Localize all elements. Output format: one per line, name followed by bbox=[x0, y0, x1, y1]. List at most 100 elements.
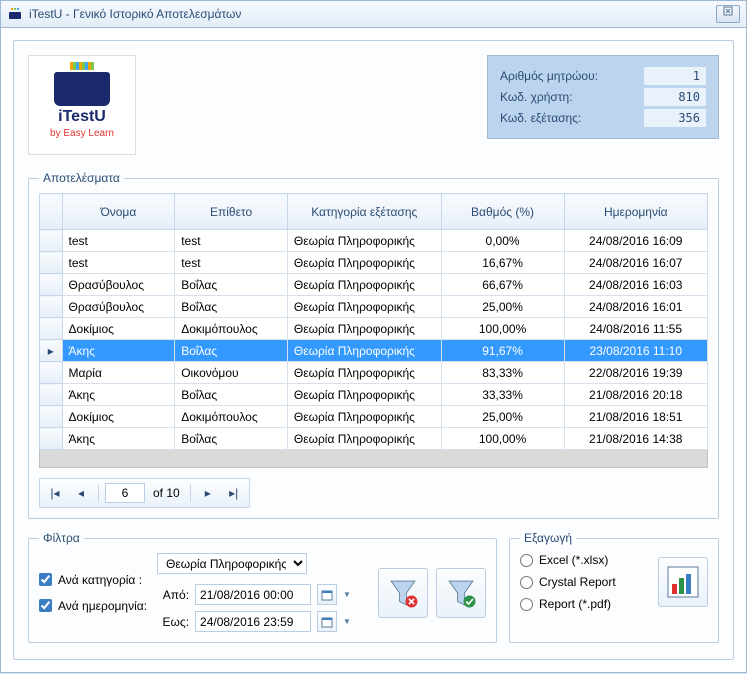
cell-date: 21/08/2016 18:51 bbox=[564, 406, 707, 428]
calendar-icon bbox=[321, 616, 333, 628]
window-title: iTestU - Γενικό Ιστορικό Αποτελεσμάτων bbox=[29, 7, 716, 21]
cell-grade: 33,33% bbox=[441, 384, 564, 406]
cell-date: 24/08/2016 16:09 bbox=[564, 230, 707, 252]
table-row[interactable]: ΘρασύβουλοςΒοΐλαςΘεωρία Πληροφορικής25,0… bbox=[40, 296, 708, 318]
to-date-dropdown[interactable]: ▼ bbox=[343, 617, 351, 626]
by-date-checkbox[interactable] bbox=[39, 599, 52, 612]
registry-value: 1 bbox=[644, 67, 706, 85]
cell-date: 21/08/2016 14:38 bbox=[564, 428, 707, 450]
by-category-checkbox[interactable] bbox=[39, 573, 52, 586]
results-table[interactable]: Όνομα Επίθετο Κατηγορία εξέτασης Βαθμός … bbox=[39, 193, 708, 468]
table-row[interactable]: ΜαρίαΟικονόμουΘεωρία Πληροφορικής83,33%2… bbox=[40, 362, 708, 384]
cell-surname: Βοΐλας bbox=[175, 384, 288, 406]
table-row[interactable]: ΆκηςΒοΐλαςΘεωρία Πληροφορικής33,33%21/08… bbox=[40, 384, 708, 406]
user-code-label: Κωδ. χρήστη: bbox=[500, 90, 573, 104]
pager-first-button[interactable]: |◂ bbox=[44, 483, 66, 503]
row-selector[interactable] bbox=[40, 384, 63, 406]
export-run-button[interactable] bbox=[658, 557, 708, 607]
cell-surname: Βοΐλας bbox=[175, 296, 288, 318]
user-code-value: 810 bbox=[644, 88, 706, 106]
cell-name: Άκης bbox=[62, 428, 175, 450]
cell-date: 24/08/2016 16:03 bbox=[564, 274, 707, 296]
col-category[interactable]: Κατηγορία εξέτασης bbox=[287, 194, 441, 230]
export-excel-radio[interactable] bbox=[520, 554, 533, 567]
cell-category: Θεωρία Πληροφορικής bbox=[287, 230, 441, 252]
col-grade[interactable]: Βαθμός (%) bbox=[441, 194, 564, 230]
table-row[interactable]: ΔοκίμιοςΔοκιμόπουλοςΘεωρία Πληροφορικής2… bbox=[40, 406, 708, 428]
row-selector[interactable] bbox=[40, 252, 63, 274]
cell-name: test bbox=[62, 252, 175, 274]
cell-date: 24/08/2016 16:01 bbox=[564, 296, 707, 318]
exam-code-label: Κωδ. εξέτασης: bbox=[500, 111, 581, 125]
row-selector[interactable]: ▸ bbox=[40, 340, 63, 362]
col-name[interactable]: Όνομα bbox=[62, 194, 175, 230]
from-date-picker-button[interactable] bbox=[317, 584, 337, 605]
window-titlebar: iTestU - Γενικό Ιστορικό Αποτελεσμάτων bbox=[0, 0, 747, 28]
cell-date: 23/08/2016 11:10 bbox=[564, 340, 707, 362]
cell-surname: Δοκιμόπουλος bbox=[175, 406, 288, 428]
to-date-input[interactable] bbox=[195, 611, 311, 632]
cell-category: Θεωρία Πληροφορικής bbox=[287, 274, 441, 296]
cell-surname: Οικονόμου bbox=[175, 362, 288, 384]
cell-date: 24/08/2016 11:55 bbox=[564, 318, 707, 340]
cell-category: Θεωρία Πληροφορικής bbox=[287, 296, 441, 318]
cell-grade: 25,00% bbox=[441, 296, 564, 318]
col-rowselector[interactable] bbox=[40, 194, 63, 230]
cell-surname: test bbox=[175, 230, 288, 252]
export-crystal-radio[interactable] bbox=[520, 576, 533, 589]
cell-name: Θρασύβουλος bbox=[62, 274, 175, 296]
row-selector[interactable] bbox=[40, 274, 63, 296]
pager-prev-button[interactable]: ◂ bbox=[70, 483, 92, 503]
pager: |◂ ◂ of 10 ▸ ▸| bbox=[39, 478, 250, 508]
col-surname[interactable]: Επίθετο bbox=[175, 194, 288, 230]
table-row[interactable]: ΆκηςΒοΐλαςΘεωρία Πληροφορικής100,00%21/0… bbox=[40, 428, 708, 450]
row-selector[interactable] bbox=[40, 406, 63, 428]
from-date-dropdown[interactable]: ▼ bbox=[343, 590, 351, 599]
cell-grade: 16,67% bbox=[441, 252, 564, 274]
export-group: Εξαγωγή Excel (*.xlsx) Crystal Report Re… bbox=[509, 531, 719, 643]
exam-code-value: 356 bbox=[644, 109, 706, 127]
cell-grade: 100,00% bbox=[441, 428, 564, 450]
export-legend: Εξαγωγή bbox=[520, 531, 576, 545]
apply-filter-button[interactable] bbox=[436, 568, 486, 618]
to-date-picker-button[interactable] bbox=[317, 611, 337, 632]
info-panel: Αριθμός μητρώου: 1 Κωδ. χρήστη: 810 Κωδ.… bbox=[487, 55, 719, 139]
table-row[interactable]: testtestΘεωρία Πληροφορικής16,67%24/08/2… bbox=[40, 252, 708, 274]
cell-grade: 91,67% bbox=[441, 340, 564, 362]
cell-name: Δοκίμιος bbox=[62, 406, 175, 428]
table-row[interactable]: ΔοκίμιοςΔοκιμόπουλοςΘεωρία Πληροφορικής1… bbox=[40, 318, 708, 340]
calendar-icon bbox=[321, 589, 333, 601]
row-selector[interactable] bbox=[40, 428, 63, 450]
col-date[interactable]: Ημερομηνία bbox=[564, 194, 707, 230]
app-icon bbox=[7, 6, 23, 22]
from-label: Από: bbox=[157, 588, 189, 602]
category-select[interactable]: Θεωρία Πληροφορικής bbox=[157, 553, 307, 574]
export-pdf-radio[interactable] bbox=[520, 598, 533, 611]
cell-category: Θεωρία Πληροφορικής bbox=[287, 252, 441, 274]
cell-name: Θρασύβουλος bbox=[62, 296, 175, 318]
cell-name: test bbox=[62, 230, 175, 252]
cell-date: 21/08/2016 20:18 bbox=[564, 384, 707, 406]
results-legend: Αποτελέσματα bbox=[39, 171, 124, 185]
by-category-label: Ανά κατηγορία : bbox=[58, 573, 142, 587]
pager-current-input[interactable] bbox=[105, 483, 145, 503]
pager-last-button[interactable]: ▸| bbox=[223, 483, 245, 503]
clear-filter-button[interactable] bbox=[378, 568, 428, 618]
cell-category: Θεωρία Πληροφορικής bbox=[287, 428, 441, 450]
by-date-label: Ανά ημερομηνία: bbox=[58, 599, 147, 613]
cell-surname: Βοΐλας bbox=[175, 428, 288, 450]
row-selector[interactable] bbox=[40, 230, 63, 252]
row-selector[interactable] bbox=[40, 318, 63, 340]
from-date-input[interactable] bbox=[195, 584, 311, 605]
filters-legend: Φίλτρα bbox=[39, 531, 84, 545]
to-label: Εως: bbox=[157, 615, 189, 629]
row-selector[interactable] bbox=[40, 296, 63, 318]
cell-grade: 100,00% bbox=[441, 318, 564, 340]
close-button[interactable] bbox=[716, 5, 740, 23]
pager-next-button[interactable]: ▸ bbox=[197, 483, 219, 503]
cell-name: Άκης bbox=[62, 384, 175, 406]
table-row[interactable]: ▸ΆκηςΒοΐλαςΘεωρία Πληροφορικής91,67%23/0… bbox=[40, 340, 708, 362]
table-row[interactable]: ΘρασύβουλοςΒοΐλαςΘεωρία Πληροφορικής66,6… bbox=[40, 274, 708, 296]
table-row[interactable]: testtestΘεωρία Πληροφορικής0,00%24/08/20… bbox=[40, 230, 708, 252]
row-selector[interactable] bbox=[40, 362, 63, 384]
